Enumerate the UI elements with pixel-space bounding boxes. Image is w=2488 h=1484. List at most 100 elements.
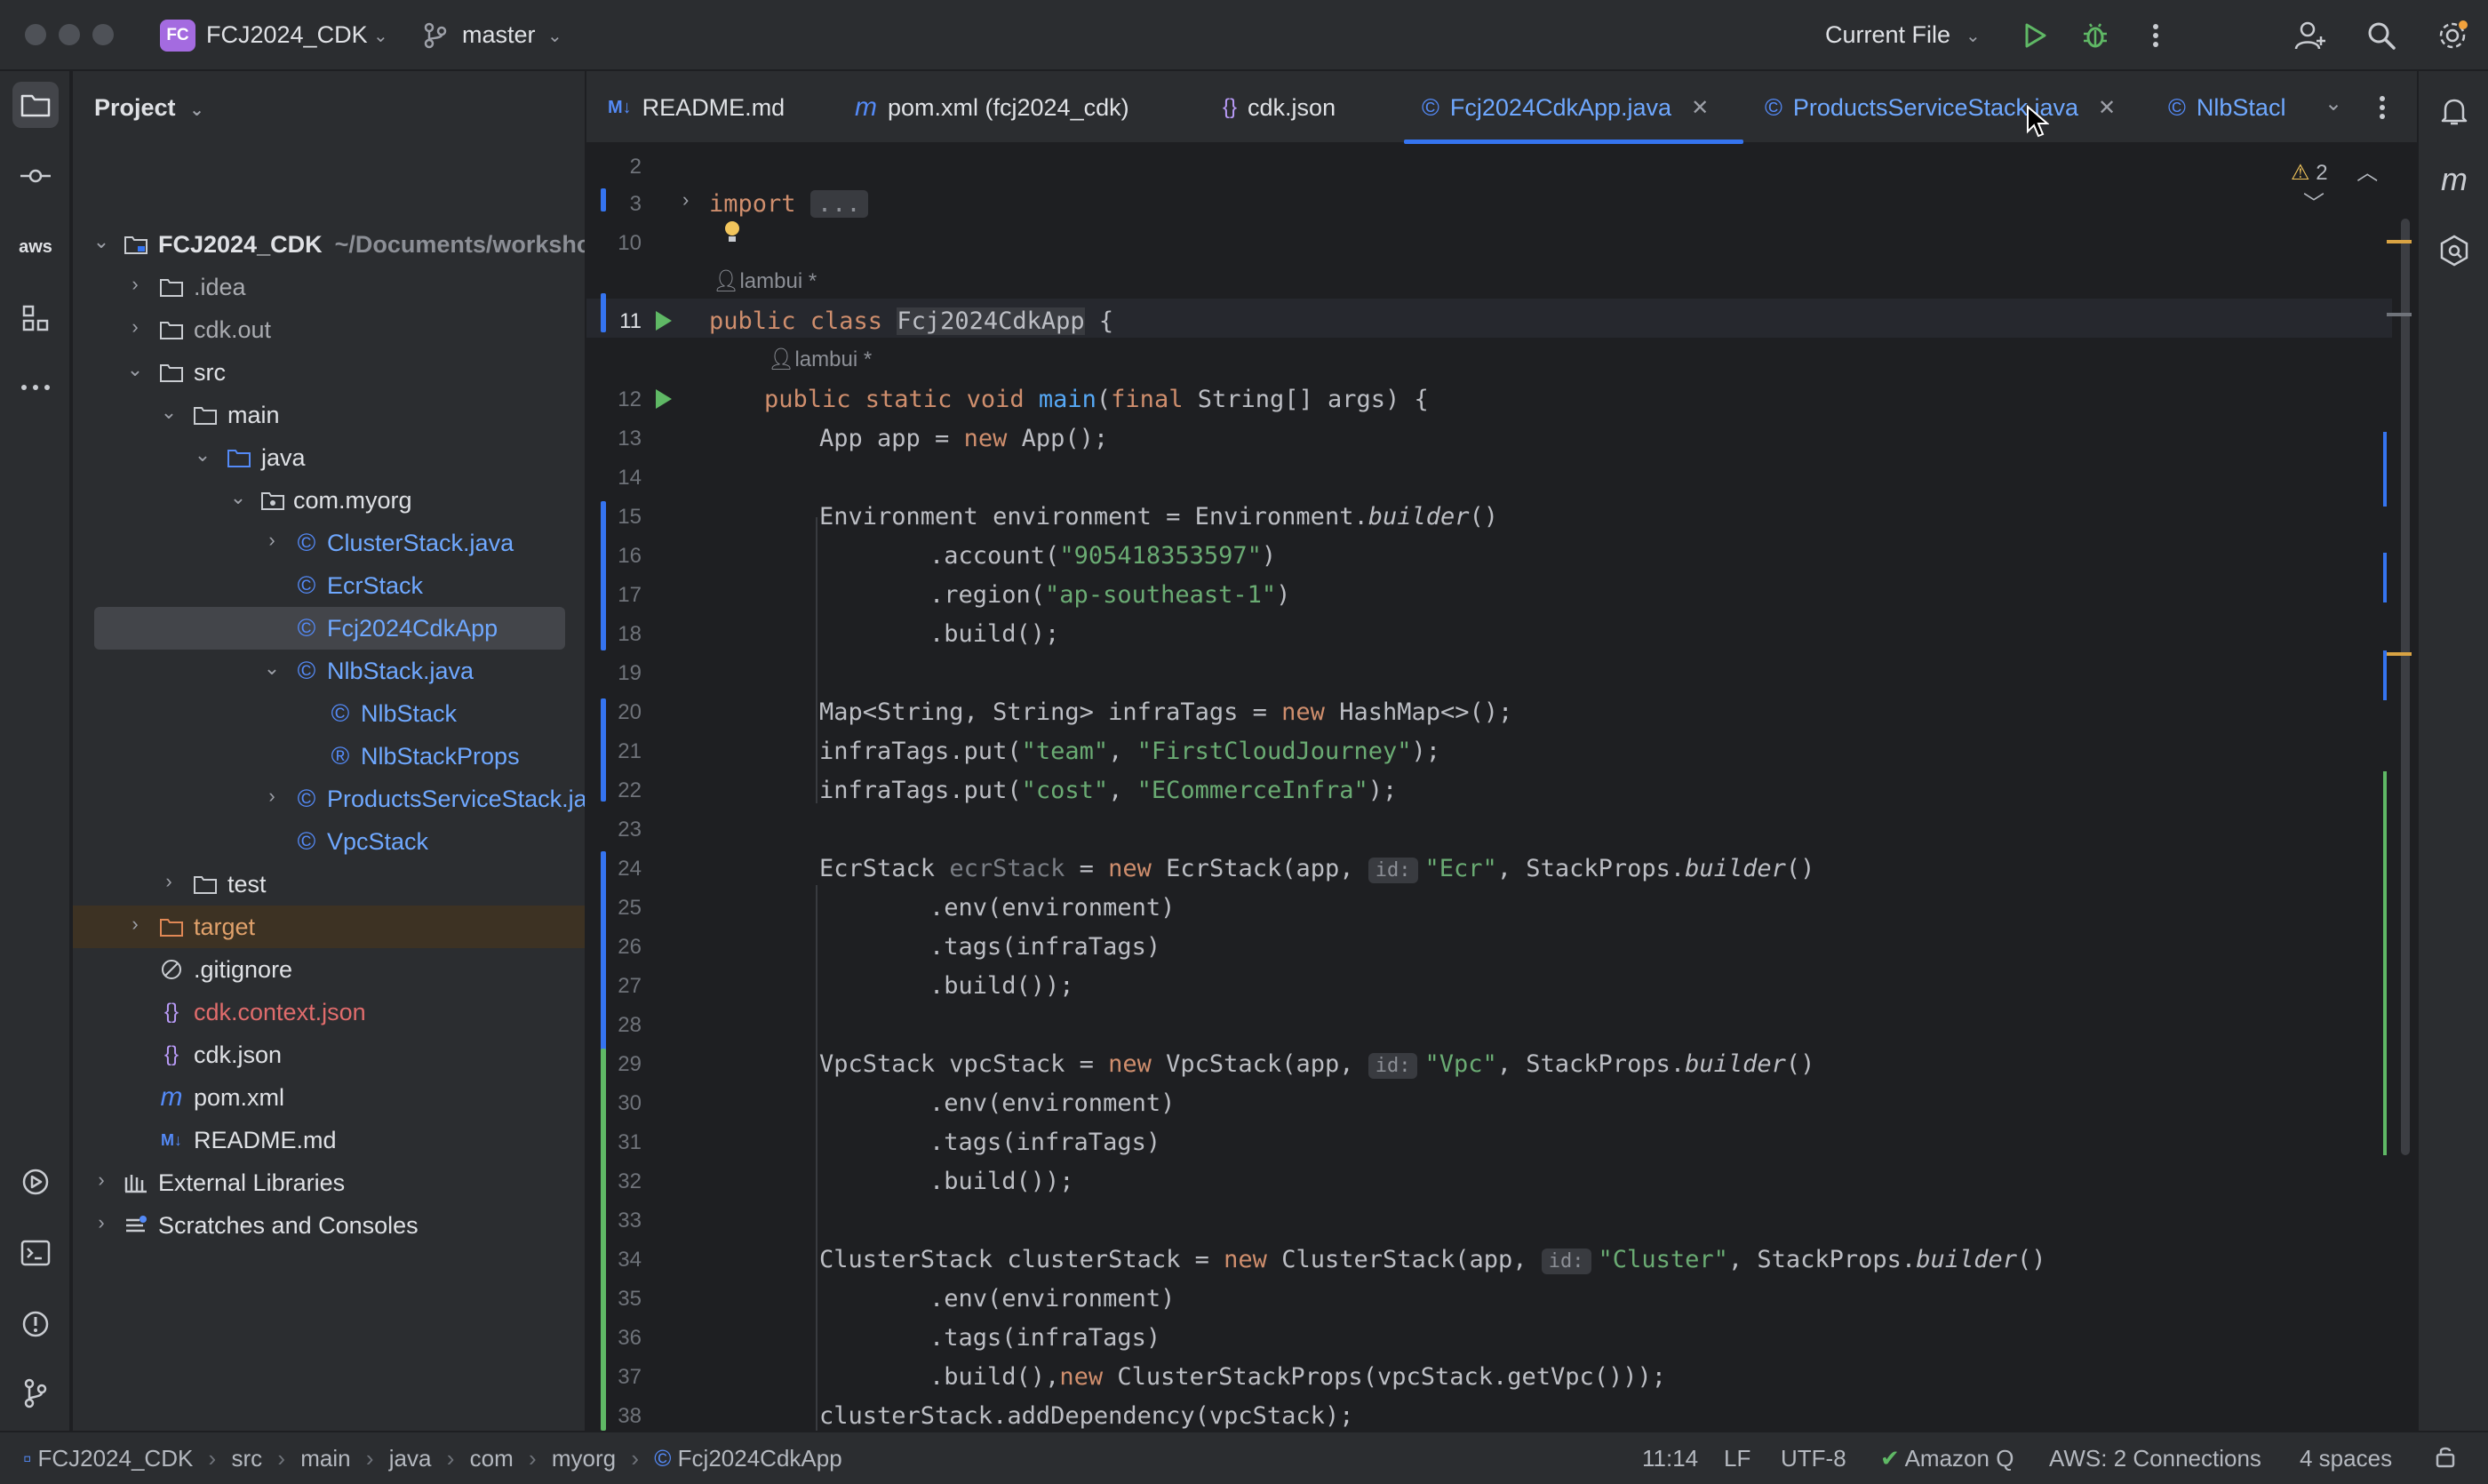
- chevron-down-icon[interactable]: ⌄: [373, 25, 388, 47]
- breadcrumb-item[interactable]: com: [470, 1445, 514, 1472]
- tree-item-external-libraries[interactable]: › External Libraries: [73, 1161, 585, 1204]
- tree-item-fcj2024cdkapp[interactable]: © Fcj2024CdkApp: [94, 607, 565, 650]
- tree-item-cdk-context[interactable]: {} cdk.context.json: [73, 991, 585, 1033]
- chevron-down-icon[interactable]: ⌄: [189, 100, 204, 120]
- problems-icon[interactable]: [12, 1301, 59, 1347]
- tree-item-test[interactable]: › test: [73, 863, 585, 906]
- chevron-down-icon[interactable]: ⌄: [1966, 25, 1981, 47]
- window-minimize-button[interactable]: [59, 24, 80, 45]
- window-zoom-button[interactable]: [92, 24, 114, 45]
- tab-fcj2024cdkapp[interactable]: © Fcj2024CdkApp.java ✕: [1422, 71, 1709, 142]
- tree-item-target[interactable]: › target: [73, 906, 585, 948]
- chevron-down-icon[interactable]: ⌄: [547, 25, 562, 47]
- tree-item-cdk-out[interactable]: › cdk.out: [73, 308, 585, 351]
- code-editor[interactable]: ⚠ 2 ︿ ﹀ › 2 3 10 11 12 13 14 15 16 17 18…: [586, 144, 2417, 1431]
- chevron-right-icon[interactable]: ›: [91, 1211, 112, 1234]
- tree-item-main[interactable]: ⌄ main: [73, 394, 585, 436]
- git-icon[interactable]: [12, 1370, 59, 1416]
- warnings-indicator[interactable]: ⚠ 2 ︿ ﹀: [2291, 155, 2417, 217]
- settings-gear-icon[interactable]: [2433, 16, 2472, 55]
- aws-connections[interactable]: AWS: 2 Connections: [2049, 1445, 2261, 1472]
- tree-item-nlbstackprops[interactable]: ® NlbStackProps: [73, 735, 585, 778]
- tree-item-src[interactable]: ⌄ src: [73, 351, 585, 394]
- chevron-right-icon[interactable]: ›: [124, 913, 146, 936]
- chevron-right-icon[interactable]: ›: [261, 785, 283, 808]
- breadcrumb-item[interactable]: src: [231, 1445, 262, 1472]
- window-close-button[interactable]: [25, 24, 46, 45]
- tree-item-root[interactable]: ⌄ FCJ2024_CDK ~/Documents/worksho: [73, 223, 585, 266]
- project-badge[interactable]: FC: [160, 20, 195, 52]
- chevron-right-icon[interactable]: ›: [158, 870, 179, 893]
- tab-productsservicestack[interactable]: © ProductsServiceStack.java ✕: [1765, 71, 2116, 142]
- run-config-selector[interactable]: Current File: [1825, 21, 1950, 49]
- amazon-q-status[interactable]: ✔ Amazon Q: [1880, 1445, 2014, 1472]
- run-main-icon[interactable]: [656, 389, 672, 409]
- chevron-right-icon[interactable]: ›: [91, 1169, 112, 1192]
- tree-item-cdk-json[interactable]: {} cdk.json: [73, 1033, 585, 1076]
- debug-icon[interactable]: [2076, 16, 2115, 55]
- chevron-down-icon[interactable]: ⌄: [2325, 91, 2342, 116]
- project-folder-icon[interactable]: [12, 82, 59, 128]
- tree-item-clusterstack[interactable]: › © ClusterStack.java: [73, 522, 585, 564]
- structure-icon[interactable]: [12, 295, 59, 341]
- tab-readme[interactable]: M↓ README.md: [608, 71, 785, 142]
- more-tools-icon[interactable]: [12, 364, 59, 411]
- tree-item-scratches[interactable]: › Scratches and Consoles: [73, 1204, 585, 1247]
- project-name[interactable]: FCJ2024_CDK: [206, 21, 368, 49]
- tree-item-nlbstack[interactable]: © NlbStack: [73, 692, 585, 735]
- chevron-right-icon[interactable]: ›: [124, 315, 146, 339]
- lock-icon[interactable]: [2435, 1445, 2456, 1474]
- tree-item-pom[interactable]: m pom.xml: [73, 1076, 585, 1119]
- chevron-down-icon[interactable]: ⌄: [91, 230, 112, 253]
- commit-icon[interactable]: [12, 153, 59, 199]
- run-class-icon[interactable]: [656, 311, 672, 331]
- aws-icon[interactable]: aws: [12, 224, 59, 270]
- close-icon[interactable]: ✕: [2098, 95, 2116, 121]
- chevron-right-icon[interactable]: ›: [261, 529, 283, 552]
- code-author-hint[interactable]: 👤︎lambui *: [768, 347, 872, 372]
- run-icon[interactable]: [2015, 16, 2054, 55]
- file-encoding[interactable]: UTF-8: [1781, 1445, 1846, 1472]
- notifications-bell-icon[interactable]: [2431, 89, 2477, 135]
- chevron-down-icon[interactable]: ⌄: [227, 486, 249, 509]
- tree-item-java[interactable]: ⌄ java: [73, 436, 585, 479]
- chevron-down-icon[interactable]: ﹀: [2303, 192, 2325, 216]
- add-user-icon[interactable]: [2291, 16, 2330, 55]
- lightbulb-icon[interactable]: [722, 219, 743, 251]
- amazon-q-icon[interactable]: [2431, 227, 2477, 274]
- chevron-down-icon[interactable]: ⌄: [124, 358, 146, 381]
- tree-item-package[interactable]: ⌄ com.myorg: [73, 479, 585, 522]
- editor-scrollbar[interactable]: [2401, 219, 2410, 1155]
- tree-item-readme[interactable]: M↓ README.md: [73, 1119, 585, 1161]
- chevron-down-icon[interactable]: ⌄: [192, 443, 213, 467]
- tree-item-productsservicestack[interactable]: › © ProductsServiceStack.ja: [73, 778, 585, 820]
- chevron-right-icon[interactable]: ›: [124, 273, 146, 296]
- tree-item-idea[interactable]: › .idea: [73, 266, 585, 308]
- project-view-selector[interactable]: Project ⌄: [94, 94, 204, 122]
- indent-setting[interactable]: 4 spaces: [2300, 1445, 2392, 1472]
- maven-icon[interactable]: m: [2431, 156, 2477, 203]
- more-options-icon[interactable]: [2378, 94, 2387, 125]
- terminal-icon[interactable]: [12, 1230, 59, 1276]
- breadcrumb-item[interactable]: FCJ2024_CDK: [37, 1445, 193, 1472]
- fold-chevron-icon[interactable]: ›: [682, 188, 689, 211]
- more-options-icon[interactable]: [2136, 16, 2175, 55]
- branch-name[interactable]: master: [462, 21, 536, 49]
- line-ending[interactable]: LF: [1724, 1445, 1750, 1472]
- close-icon[interactable]: ✕: [1691, 95, 1709, 121]
- tree-item-gitignore[interactable]: .gitignore: [73, 948, 585, 991]
- tab-pom[interactable]: m pom.xml (fcj2024_cdk): [855, 71, 1129, 142]
- code-author-hint[interactable]: 👤︎lambui *: [713, 268, 817, 294]
- caret-position[interactable]: 11:14: [1642, 1445, 1698, 1472]
- tab-cdk-json[interactable]: {} cdk.json: [1223, 71, 1336, 142]
- tab-nlbstack[interactable]: © NlbStacl: [2168, 71, 2285, 142]
- breadcrumb-item[interactable]: java: [389, 1445, 432, 1472]
- chevron-down-icon[interactable]: ⌄: [158, 401, 179, 424]
- chevron-up-icon[interactable]: ︿: [2356, 161, 2378, 185]
- breadcrumb-item[interactable]: main: [300, 1445, 350, 1472]
- tree-item-vpcstack[interactable]: © VpcStack: [73, 820, 585, 863]
- folded-imports[interactable]: ...: [809, 190, 868, 218]
- chevron-down-icon[interactable]: ⌄: [261, 657, 283, 680]
- breadcrumb-item[interactable]: Fcj2024CdkApp: [678, 1445, 842, 1472]
- search-icon[interactable]: [2362, 16, 2401, 55]
